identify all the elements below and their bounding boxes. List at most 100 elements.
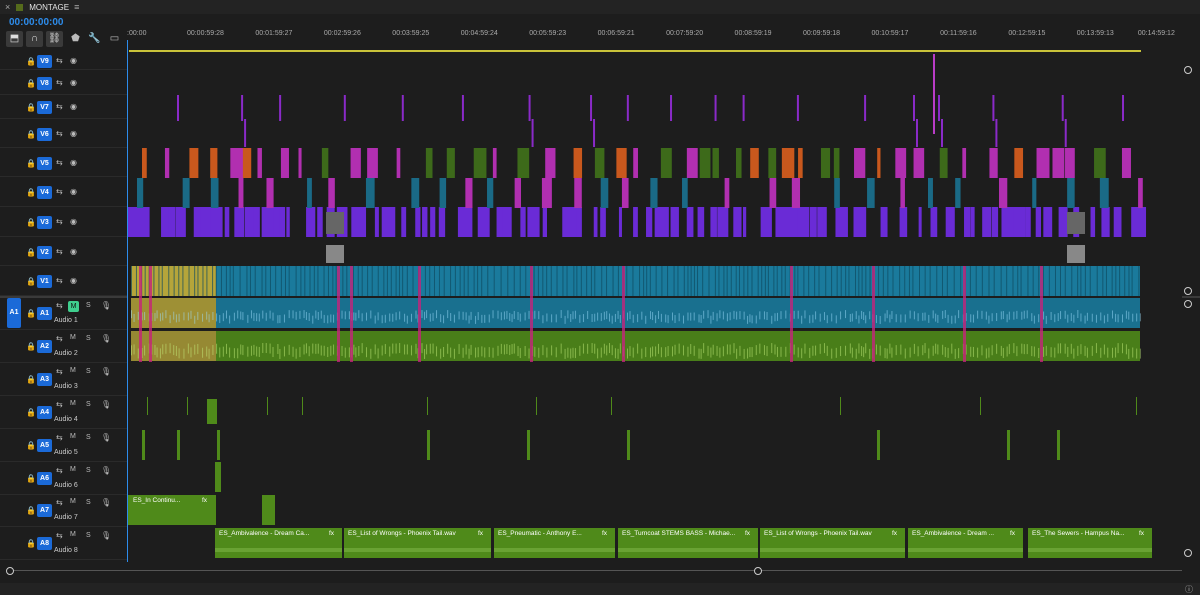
a1-waveform[interactable] [884,313,886,322]
v1-clip-edge[interactable] [1020,266,1022,296]
v4-clip[interactable] [439,178,447,208]
a2-waveform[interactable] [763,345,765,356]
a2-waveform[interactable] [985,348,987,359]
a1-waveform[interactable] [804,310,806,319]
a2-waveform[interactable] [303,344,305,355]
a2-waveform[interactable] [617,348,619,359]
v1-clip-edge[interactable] [690,266,692,296]
a1-waveform[interactable] [629,311,631,320]
v1-clip-edge[interactable] [845,266,847,296]
v1-clip-edge[interactable] [929,266,931,296]
a1-waveform[interactable] [528,310,530,319]
a1-waveform[interactable] [671,312,673,321]
v3-clip[interactable] [918,207,922,237]
a1-waveform[interactable] [889,314,891,323]
a2-waveform[interactable] [855,348,857,359]
a2-waveform[interactable] [488,347,490,358]
a1-waveform[interactable] [1136,313,1138,322]
v1-pink-clip[interactable] [350,266,353,362]
a2-waveform[interactable] [538,347,540,358]
solo-button[interactable]: S [86,368,91,375]
a1-waveform[interactable] [327,315,329,324]
a2-waveform[interactable] [1050,347,1052,358]
a2-waveform[interactable] [849,343,851,354]
a1-waveform[interactable] [603,311,605,320]
scroll-handle-left[interactable] [6,567,14,575]
v3-clip[interactable] [520,207,526,237]
a2-waveform[interactable] [305,343,307,354]
a2-waveform[interactable] [766,346,768,357]
a1-waveform[interactable] [303,310,305,319]
v1-clip-edge[interactable] [1077,266,1079,296]
a2-waveform[interactable] [429,343,431,354]
a1-waveform[interactable] [922,312,924,321]
audio-scroll-top[interactable] [1184,300,1192,308]
lock-icon[interactable]: 🔒 [26,441,36,450]
v1-clip-edge[interactable] [1000,266,1002,296]
a2-waveform[interactable] [579,345,581,356]
v1-clip-edge[interactable] [773,266,775,296]
v1-clip-edge[interactable] [1048,266,1050,296]
v1-clip-edge[interactable] [673,266,675,296]
sync-lock-icon[interactable]: ⇆ [56,466,63,475]
a1-waveform[interactable] [972,314,974,323]
v6-clip[interactable] [244,119,247,147]
v4-clip[interactable] [900,178,905,208]
a1-waveform[interactable] [904,314,906,323]
a1-waveform[interactable] [932,310,934,319]
v7-clip[interactable] [241,95,244,121]
v5-clip[interactable] [1014,148,1024,178]
a2-waveform[interactable] [542,345,544,356]
v1-pink-clip[interactable] [963,266,966,362]
v1-clip-edge[interactable] [215,266,217,296]
v5-clip[interactable] [210,148,218,178]
a1-waveform[interactable] [1107,313,1109,322]
v3-clip[interactable] [733,207,742,237]
a1-waveform[interactable] [381,315,383,324]
v1-clip-edge[interactable] [639,266,641,296]
info-icon[interactable]: ⓘ [1185,584,1193,595]
v7-clip[interactable] [528,95,531,121]
a2-waveform[interactable] [804,343,806,354]
a2-waveform[interactable] [555,347,557,358]
a1-waveform[interactable] [863,312,865,321]
a2-waveform[interactable] [801,348,803,359]
a1-waveform[interactable] [722,311,724,320]
v3-clip[interactable] [306,207,316,237]
a2-waveform[interactable] [632,347,634,358]
snap-icon[interactable]: ∩ [26,31,43,47]
v3-clip[interactable] [646,207,653,237]
a2-waveform[interactable] [534,346,536,357]
v1-clip-edge[interactable] [335,266,337,296]
a2-waveform[interactable] [1107,347,1109,358]
v1-clip-edge[interactable] [254,266,256,296]
a2-waveform[interactable] [1112,347,1114,358]
v1-pink-clip[interactable] [872,266,875,362]
track-target[interactable]: V2 [37,245,52,259]
a1-waveform[interactable] [678,313,680,322]
v1-clip-edge[interactable] [332,266,334,296]
a2-waveform[interactable] [667,346,669,357]
a2-waveform[interactable] [928,348,930,359]
a2-waveform[interactable] [341,345,343,356]
v4-clip[interactable] [307,178,312,208]
mute-button[interactable]: M [70,531,76,538]
timeline-canvas[interactable]: ES_In Continu... fx ES_Ambivalence - Dream… [127,52,1182,562]
a2-waveform[interactable] [1016,346,1018,357]
a1-waveform[interactable] [395,312,397,321]
a2-waveform[interactable] [1139,348,1141,359]
a2-waveform[interactable] [1008,344,1010,355]
v1-clip-edge[interactable] [342,266,344,296]
a2-waveform[interactable] [308,346,310,357]
a1-waveform[interactable] [197,311,199,320]
a2-waveform[interactable] [619,343,621,354]
a1-waveform[interactable] [308,312,310,321]
v3-clip[interactable] [457,207,473,237]
v1-clip-edge[interactable] [313,266,315,296]
a2-waveform[interactable] [477,347,479,358]
a2-waveform[interactable] [947,347,949,358]
a1-waveform[interactable] [1070,313,1072,322]
a2-waveform[interactable] [835,347,837,358]
a1-waveform[interactable] [488,314,490,323]
a1-waveform[interactable] [355,312,357,321]
